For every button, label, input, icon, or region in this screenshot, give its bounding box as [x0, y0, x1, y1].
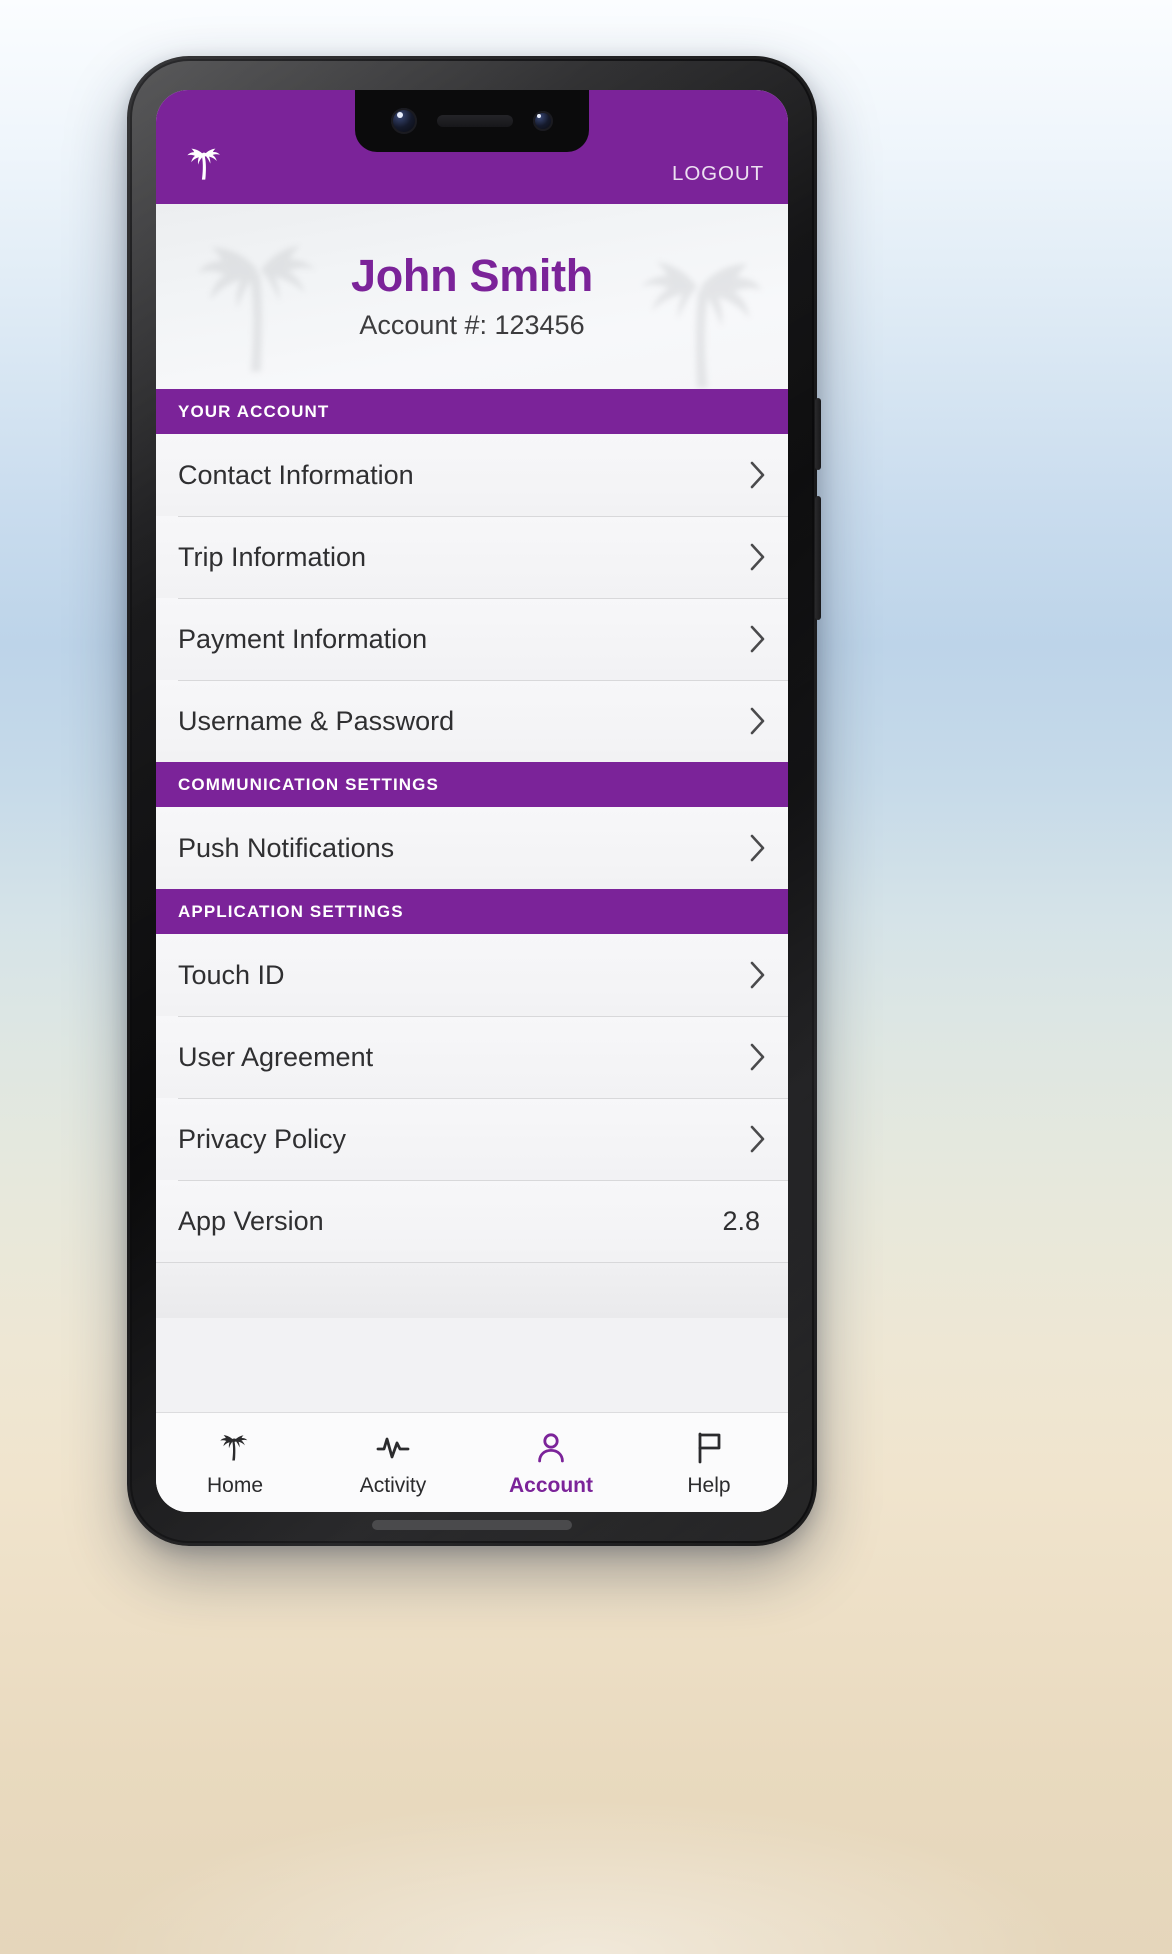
list-row-label: Trip Information [178, 541, 367, 572]
tab-label: Help [687, 1473, 731, 1497]
tab-label: Home [206, 1473, 264, 1497]
device-notch [355, 90, 589, 152]
chevron-right-icon [750, 707, 766, 735]
background-palm-icon [198, 245, 316, 372]
chevron-right-icon [750, 961, 766, 989]
background-palm-icon [641, 262, 762, 388]
list-row[interactable]: Username & Password [156, 680, 788, 762]
tab-label: Account [509, 1473, 593, 1497]
list-row[interactable]: App Version 2.8 [156, 1180, 788, 1262]
list-row[interactable]: Privacy Policy [156, 1098, 788, 1180]
palm-tree-icon [178, 140, 232, 192]
profile-name: John Smith [351, 250, 593, 302]
list-row-label: App Version [178, 1205, 324, 1236]
list-row-label: Touch ID [178, 959, 285, 990]
section-header: YOUR ACCOUNT [156, 389, 788, 434]
list-row[interactable]: Trip Information [156, 516, 788, 598]
wallpaper-backdrop: LOGOUT John Smith Account #: 123456 YOUR… [0, 0, 1172, 1954]
list-row[interactable]: Contact Information [156, 434, 788, 516]
phone-device-frame: LOGOUT John Smith Account #: 123456 YOUR… [127, 56, 821, 1546]
list-row-label: Privacy Policy [178, 1123, 347, 1154]
list-row-label: User Agreement [178, 1041, 374, 1072]
tab-item-account[interactable]: Account [472, 1413, 630, 1512]
chevron-right-icon [750, 834, 766, 862]
tab-item-home[interactable]: Home [156, 1413, 314, 1512]
activity-pulse-icon [373, 1428, 413, 1468]
person-icon [531, 1428, 571, 1468]
tab-item-activity[interactable]: Activity [314, 1413, 472, 1512]
home-indicator [372, 1520, 572, 1530]
secondary-camera-icon [533, 111, 553, 131]
tab-label: Activity [359, 1473, 427, 1497]
list-row-value: 2.8 [722, 1205, 760, 1236]
flag-icon [689, 1428, 729, 1468]
logout-button[interactable]: LOGOUT [662, 158, 766, 192]
volume-button[interactable] [815, 496, 821, 620]
chevron-right-icon [750, 1125, 766, 1153]
power-button[interactable] [815, 398, 821, 470]
list-row-label: Payment Information [178, 623, 428, 654]
chevron-right-icon [750, 625, 766, 653]
list-row-label: Contact Information [178, 459, 414, 490]
section-rows: Push Notifications [156, 807, 788, 889]
section-header: APPLICATION SETTINGS [156, 889, 788, 934]
earpiece-speaker [437, 115, 513, 127]
list-row[interactable]: Payment Information [156, 598, 788, 680]
chevron-right-icon [750, 543, 766, 571]
list-row[interactable]: Push Notifications [156, 807, 788, 889]
list-row[interactable]: User Agreement [156, 1016, 788, 1098]
app-header-bar: LOGOUT [156, 90, 788, 204]
section-header: COMMUNICATION SETTINGS [156, 762, 788, 807]
palm-tree-icon [215, 1428, 255, 1468]
section-rows: Contact Information Trip Information Payme… [156, 434, 788, 762]
settings-list[interactable]: YOUR ACCOUNT Contact Information Trip Info… [156, 389, 788, 1412]
list-row-label: Push Notifications [178, 832, 395, 863]
list-bottom-spacer [156, 1262, 788, 1318]
list-row-label: Username & Password [178, 705, 455, 736]
phone-screen: LOGOUT John Smith Account #: 123456 YOUR… [156, 90, 788, 1512]
chevron-right-icon [750, 461, 766, 489]
list-row[interactable]: Touch ID [156, 934, 788, 1016]
tab-item-help[interactable]: Help [630, 1413, 788, 1512]
chevron-right-icon [750, 1043, 766, 1071]
profile-account-number: Account #: 123456 [359, 309, 585, 340]
front-camera-icon [391, 108, 417, 134]
profile-hero: John Smith Account #: 123456 [156, 204, 788, 389]
bottom-tab-bar[interactable]: Home Activity Account Help [156, 1412, 788, 1512]
section-rows: Touch ID User Agreement Privacy Policy App … [156, 934, 788, 1262]
